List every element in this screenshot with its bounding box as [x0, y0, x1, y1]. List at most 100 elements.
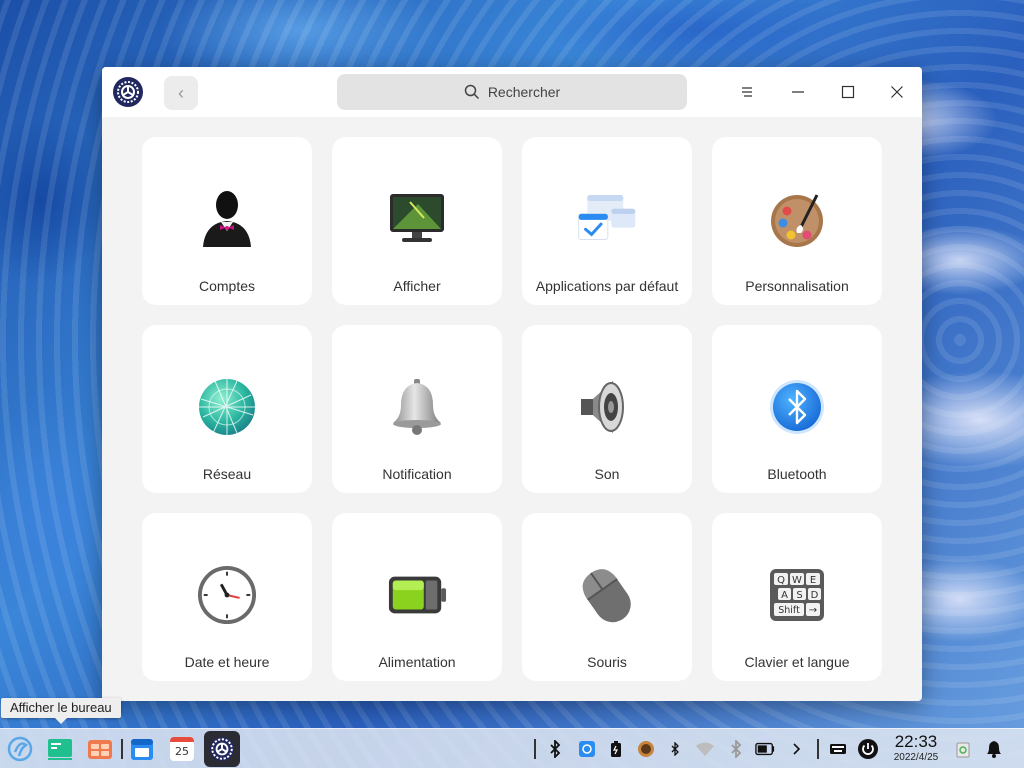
- calendar-icon: 25: [170, 737, 194, 761]
- module-display[interactable]: Afficher: [332, 137, 502, 305]
- module-notification[interactable]: Notification: [332, 325, 502, 493]
- module-label: Bluetooth: [767, 466, 827, 482]
- tray-keyboard-button[interactable]: [828, 739, 848, 759]
- module-sound[interactable]: Son: [522, 325, 692, 493]
- default-apps-icon: [577, 189, 637, 249]
- module-grid: Comptes Afficher Applications par défaut…: [142, 137, 882, 681]
- module-personalization[interactable]: Personnalisation: [712, 137, 882, 305]
- minimize-button[interactable]: [783, 77, 813, 107]
- hamburger-menu-icon: [742, 87, 752, 97]
- control-center-taskbar-button[interactable]: [204, 731, 240, 767]
- search-placeholder: Rechercher: [487, 84, 561, 100]
- module-keyboard-language[interactable]: Q W E A S D Shift → Clavier et langue: [712, 513, 882, 681]
- module-label: Clavier et langue: [744, 654, 850, 670]
- show-desktop-tooltip: Afficher le bureau: [1, 698, 121, 724]
- browser-taskbar-button[interactable]: [127, 734, 157, 764]
- module-mouse[interactable]: Souris: [522, 513, 692, 681]
- module-network[interactable]: Réseau: [142, 325, 312, 493]
- module-date-time[interactable]: Date et heure: [142, 513, 312, 681]
- key-arrow: →: [809, 605, 817, 616]
- launcher-icon: [7, 736, 33, 762]
- speaker-icon: [577, 377, 637, 437]
- tray-notification-button[interactable]: [984, 739, 1004, 759]
- taskbar-separator: [121, 739, 123, 759]
- calendar-app-icon: [131, 739, 153, 760]
- user-account-icon: [197, 189, 257, 249]
- launcher-button[interactable]: [5, 734, 35, 764]
- mouse-icon: [577, 565, 637, 625]
- module-label: Applications par défaut: [535, 278, 679, 294]
- close-icon: [891, 86, 903, 98]
- bluetooth-tray-icon: [550, 740, 561, 758]
- tray-cookie-button[interactable]: [636, 739, 656, 759]
- key-a: A: [781, 590, 788, 601]
- maximize-icon: [841, 85, 855, 99]
- chevron-right-icon: [793, 743, 801, 755]
- module-bluetooth[interactable]: Bluetooth: [712, 325, 882, 493]
- module-label: Son: [594, 466, 620, 482]
- desktop-icon: [48, 739, 72, 760]
- key-d: D: [811, 590, 819, 601]
- tray-power-mode-button[interactable]: [755, 739, 775, 759]
- calendar-taskbar-button[interactable]: 25: [167, 734, 197, 764]
- display-monitor-icon: [387, 189, 447, 249]
- tray-trash-button[interactable]: [953, 739, 973, 759]
- app-store-taskbar-button[interactable]: [85, 734, 115, 764]
- tray-expand-button[interactable]: [786, 739, 806, 759]
- chevron-left-icon: ‹: [178, 82, 184, 103]
- tray-bluetooth-button[interactable]: [545, 739, 565, 759]
- app-tray-icon: [638, 741, 654, 757]
- clock-date[interactable]: 2022/4/25: [890, 752, 942, 763]
- calendar-day: 25: [175, 745, 189, 758]
- clock-time[interactable]: 22:33: [890, 732, 942, 752]
- tray-wifi-button[interactable]: [695, 739, 715, 759]
- notification-bell-icon: [987, 741, 1001, 758]
- bell-icon: [387, 377, 447, 437]
- palette-icon: [767, 189, 827, 249]
- module-label: Personnalisation: [745, 278, 849, 294]
- network-globe-icon: [197, 377, 257, 437]
- tray-bluetooth2-button[interactable]: [665, 739, 685, 759]
- maximize-button[interactable]: [833, 77, 863, 107]
- minimize-icon: [792, 91, 804, 93]
- module-label: Souris: [587, 654, 627, 670]
- bluetooth-off-icon: [731, 740, 742, 758]
- trash-icon: [956, 742, 970, 758]
- module-accounts[interactable]: Comptes: [142, 137, 312, 305]
- module-label: Date et heure: [184, 654, 270, 670]
- key-shift: Shift: [778, 605, 800, 616]
- tray-battery-button[interactable]: [606, 739, 626, 759]
- close-button[interactable]: [882, 77, 912, 107]
- back-button[interactable]: ‹: [164, 76, 198, 110]
- key-q: Q: [777, 575, 785, 586]
- tray-bluetooth3-button[interactable]: [726, 739, 746, 759]
- settings-tray-icon: [579, 741, 595, 757]
- control-center-icon: [210, 737, 234, 761]
- menu-button[interactable]: [732, 77, 762, 107]
- control-center-logo-icon: [113, 77, 143, 107]
- power-icon: [858, 739, 878, 759]
- bluetooth-small-icon: [671, 742, 679, 756]
- bluetooth-icon: [767, 377, 827, 437]
- control-center-window: ‹ Rechercher Comptes Afficher Applicatio…: [102, 67, 922, 701]
- tray-power-button[interactable]: [856, 737, 880, 761]
- battery-status-icon: [755, 742, 775, 756]
- module-label: Notification: [382, 466, 452, 482]
- module-default-apps[interactable]: Applications par défaut: [522, 137, 692, 305]
- module-label: Alimentation: [378, 654, 456, 670]
- app-store-icon: [88, 740, 112, 759]
- module-label: Afficher: [393, 278, 441, 294]
- clock-icon: [197, 565, 257, 625]
- search-field[interactable]: Rechercher: [337, 74, 687, 110]
- key-s: S: [796, 590, 802, 601]
- module-power[interactable]: Alimentation: [332, 513, 502, 681]
- battery-tray-icon: [611, 741, 621, 757]
- module-label: Comptes: [198, 278, 256, 294]
- tray-settings-button[interactable]: [577, 739, 597, 759]
- battery-icon: [387, 565, 447, 625]
- key-e: E: [810, 575, 816, 586]
- show-desktop-button[interactable]: [45, 734, 75, 764]
- search-icon: [464, 84, 479, 100]
- taskbar: 25: [0, 728, 1024, 768]
- key-w: W: [792, 575, 802, 586]
